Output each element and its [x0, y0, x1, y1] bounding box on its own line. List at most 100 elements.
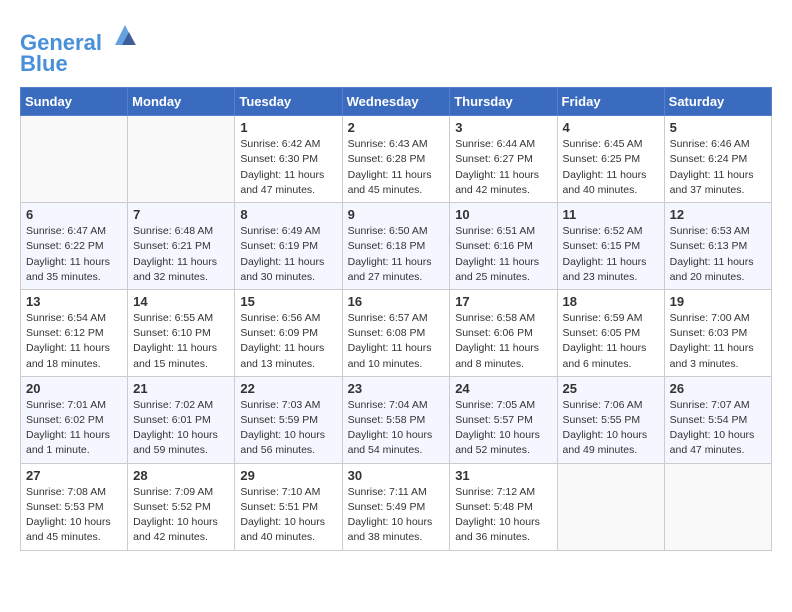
- day-info: Sunrise: 6:54 AM Sunset: 6:12 PM Dayligh…: [26, 311, 122, 372]
- calendar-cell: 10Sunrise: 6:51 AM Sunset: 6:16 PM Dayli…: [450, 203, 557, 290]
- day-info: Sunrise: 6:58 AM Sunset: 6:06 PM Dayligh…: [455, 311, 551, 372]
- header: General Blue: [20, 20, 772, 77]
- day-info: Sunrise: 7:03 AM Sunset: 5:59 PM Dayligh…: [240, 398, 336, 459]
- day-number: 22: [240, 381, 336, 396]
- day-info: Sunrise: 6:42 AM Sunset: 6:30 PM Dayligh…: [240, 137, 336, 198]
- day-info: Sunrise: 7:05 AM Sunset: 5:57 PM Dayligh…: [455, 398, 551, 459]
- logo-icon: [110, 20, 140, 50]
- day-info: Sunrise: 7:10 AM Sunset: 5:51 PM Dayligh…: [240, 485, 336, 546]
- calendar-cell: 1 Sunrise: 6:42 AM Sunset: 6:30 PM Daylig…: [235, 116, 342, 203]
- calendar-cell: 29 Sunrise: 7:10 AM Sunset: 5:51 PM Dayli…: [235, 463, 342, 550]
- weekday-header: Monday: [128, 88, 235, 116]
- calendar-week-row: 6 Sunrise: 6:47 AM Sunset: 6:22 PM Daylig…: [21, 203, 772, 290]
- day-number: 21: [133, 381, 229, 396]
- day-number: 25: [563, 381, 659, 396]
- day-info: Sunrise: 7:09 AM Sunset: 5:52 PM Dayligh…: [133, 485, 229, 546]
- day-info: Sunrise: 6:47 AM Sunset: 6:22 PM Dayligh…: [26, 224, 122, 285]
- day-number: 27: [26, 468, 122, 483]
- day-info: Sunrise: 6:59 AM Sunset: 6:05 PM Dayligh…: [563, 311, 659, 372]
- day-number: 2: [348, 120, 445, 135]
- page: General Blue SundayMondayTuesdayWednesda…: [0, 0, 792, 561]
- day-number: 4: [563, 120, 659, 135]
- day-info: Sunrise: 7:08 AM Sunset: 5:53 PM Dayligh…: [26, 485, 122, 546]
- calendar-cell: 28 Sunrise: 7:09 AM Sunset: 5:52 PM Dayli…: [128, 463, 235, 550]
- calendar-cell: 14 Sunrise: 6:55 AM Sunset: 6:10 PM Dayli…: [128, 289, 235, 376]
- day-number: 14: [133, 294, 229, 309]
- day-info: Sunrise: 7:12 AM Sunset: 5:48 PM Dayligh…: [455, 485, 551, 546]
- day-number: 8: [240, 207, 336, 222]
- calendar-cell: 5 Sunrise: 6:46 AM Sunset: 6:24 PM Daylig…: [664, 116, 771, 203]
- calendar-cell: 7 Sunrise: 6:48 AM Sunset: 6:21 PM Daylig…: [128, 203, 235, 290]
- day-info: Sunrise: 7:00 AM Sunset: 6:03 PM Dayligh…: [670, 311, 766, 372]
- calendar-cell: [557, 463, 664, 550]
- calendar-cell: [664, 463, 771, 550]
- day-info: Sunrise: 7:04 AM Sunset: 5:58 PM Dayligh…: [348, 398, 445, 459]
- day-info: Sunrise: 6:44 AM Sunset: 6:27 PM Dayligh…: [455, 137, 551, 198]
- day-number: 29: [240, 468, 336, 483]
- day-info: Sunrise: 6:48 AM Sunset: 6:21 PM Dayligh…: [133, 224, 229, 285]
- day-number: 28: [133, 468, 229, 483]
- calendar-cell: 27 Sunrise: 7:08 AM Sunset: 5:53 PM Dayli…: [21, 463, 128, 550]
- calendar-cell: 17 Sunrise: 6:58 AM Sunset: 6:06 PM Dayli…: [450, 289, 557, 376]
- calendar-cell: 15 Sunrise: 6:56 AM Sunset: 6:09 PM Dayli…: [235, 289, 342, 376]
- calendar-cell: 21 Sunrise: 7:02 AM Sunset: 6:01 PM Dayli…: [128, 376, 235, 463]
- calendar-cell: 13 Sunrise: 6:54 AM Sunset: 6:12 PM Dayli…: [21, 289, 128, 376]
- calendar-cell: 19 Sunrise: 7:00 AM Sunset: 6:03 PM Dayli…: [664, 289, 771, 376]
- day-info: Sunrise: 6:55 AM Sunset: 6:10 PM Dayligh…: [133, 311, 229, 372]
- day-number: 7: [133, 207, 229, 222]
- day-number: 3: [455, 120, 551, 135]
- calendar-cell: 26Sunrise: 7:07 AM Sunset: 5:54 PM Dayli…: [664, 376, 771, 463]
- day-info: Sunrise: 6:46 AM Sunset: 6:24 PM Dayligh…: [670, 137, 766, 198]
- calendar-cell: 12Sunrise: 6:53 AM Sunset: 6:13 PM Dayli…: [664, 203, 771, 290]
- weekday-header: Wednesday: [342, 88, 450, 116]
- day-number: 18: [563, 294, 659, 309]
- calendar-header-row: SundayMondayTuesdayWednesdayThursdayFrid…: [21, 88, 772, 116]
- weekday-header: Sunday: [21, 88, 128, 116]
- calendar-cell: 22 Sunrise: 7:03 AM Sunset: 5:59 PM Dayli…: [235, 376, 342, 463]
- calendar-cell: 11Sunrise: 6:52 AM Sunset: 6:15 PM Dayli…: [557, 203, 664, 290]
- day-number: 19: [670, 294, 766, 309]
- day-info: Sunrise: 6:43 AM Sunset: 6:28 PM Dayligh…: [348, 137, 445, 198]
- day-number: 15: [240, 294, 336, 309]
- day-info: Sunrise: 6:57 AM Sunset: 6:08 PM Dayligh…: [348, 311, 445, 372]
- day-number: 16: [348, 294, 445, 309]
- day-number: 6: [26, 207, 122, 222]
- day-info: Sunrise: 6:56 AM Sunset: 6:09 PM Dayligh…: [240, 311, 336, 372]
- weekday-header: Saturday: [664, 88, 771, 116]
- day-number: 30: [348, 468, 445, 483]
- day-number: 23: [348, 381, 445, 396]
- day-number: 13: [26, 294, 122, 309]
- day-info: Sunrise: 6:50 AM Sunset: 6:18 PM Dayligh…: [348, 224, 445, 285]
- calendar-cell: 2 Sunrise: 6:43 AM Sunset: 6:28 PM Daylig…: [342, 116, 450, 203]
- day-number: 5: [670, 120, 766, 135]
- calendar-cell: 3 Sunrise: 6:44 AM Sunset: 6:27 PM Daylig…: [450, 116, 557, 203]
- day-info: Sunrise: 6:45 AM Sunset: 6:25 PM Dayligh…: [563, 137, 659, 198]
- day-number: 24: [455, 381, 551, 396]
- day-info: Sunrise: 6:51 AM Sunset: 6:16 PM Dayligh…: [455, 224, 551, 285]
- day-number: 17: [455, 294, 551, 309]
- calendar-week-row: 20Sunrise: 7:01 AM Sunset: 6:02 PM Dayli…: [21, 376, 772, 463]
- weekday-header: Friday: [557, 88, 664, 116]
- calendar-cell: 31Sunrise: 7:12 AM Sunset: 5:48 PM Dayli…: [450, 463, 557, 550]
- calendar-cell: 8Sunrise: 6:49 AM Sunset: 6:19 PM Daylig…: [235, 203, 342, 290]
- day-info: Sunrise: 7:02 AM Sunset: 6:01 PM Dayligh…: [133, 398, 229, 459]
- day-info: Sunrise: 7:01 AM Sunset: 6:02 PM Dayligh…: [26, 398, 122, 459]
- day-number: 9: [348, 207, 445, 222]
- calendar-cell: 20Sunrise: 7:01 AM Sunset: 6:02 PM Dayli…: [21, 376, 128, 463]
- day-number: 1: [240, 120, 336, 135]
- calendar-week-row: 27 Sunrise: 7:08 AM Sunset: 5:53 PM Dayli…: [21, 463, 772, 550]
- calendar-cell: 23 Sunrise: 7:04 AM Sunset: 5:58 PM Dayli…: [342, 376, 450, 463]
- calendar-cell: 6 Sunrise: 6:47 AM Sunset: 6:22 PM Daylig…: [21, 203, 128, 290]
- calendar-cell: 4 Sunrise: 6:45 AM Sunset: 6:25 PM Daylig…: [557, 116, 664, 203]
- day-number: 11: [563, 207, 659, 222]
- calendar-cell: [21, 116, 128, 203]
- day-number: 26: [670, 381, 766, 396]
- calendar-week-row: 13 Sunrise: 6:54 AM Sunset: 6:12 PM Dayli…: [21, 289, 772, 376]
- calendar-cell: 25Sunrise: 7:06 AM Sunset: 5:55 PM Dayli…: [557, 376, 664, 463]
- logo: General Blue: [20, 20, 140, 77]
- calendar-cell: 16 Sunrise: 6:57 AM Sunset: 6:08 PM Dayli…: [342, 289, 450, 376]
- calendar-table: SundayMondayTuesdayWednesdayThursdayFrid…: [20, 87, 772, 550]
- day-info: Sunrise: 7:11 AM Sunset: 5:49 PM Dayligh…: [348, 485, 445, 546]
- calendar-cell: 24 Sunrise: 7:05 AM Sunset: 5:57 PM Dayli…: [450, 376, 557, 463]
- day-info: Sunrise: 6:53 AM Sunset: 6:13 PM Dayligh…: [670, 224, 766, 285]
